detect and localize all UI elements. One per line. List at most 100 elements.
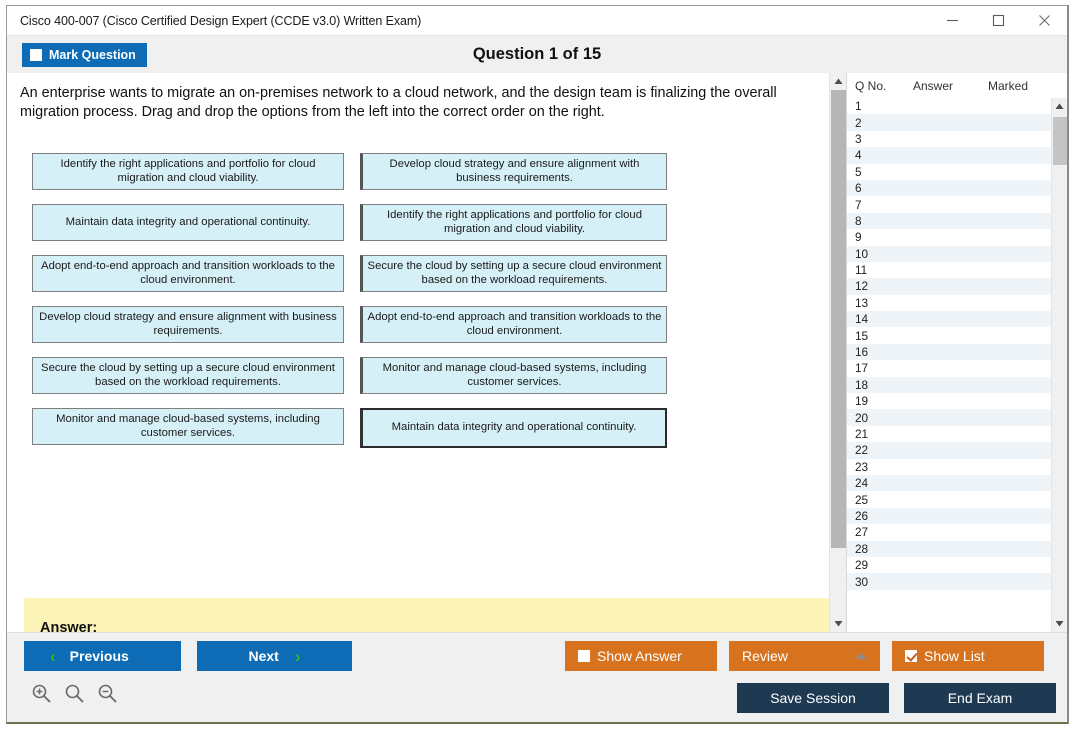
question-counter: Question 1 of 15 (472, 45, 602, 63)
zoom-in-icon[interactable] (31, 683, 52, 704)
source-option-5[interactable]: Secure the cloud by setting up a secure … (32, 357, 344, 394)
question-number: 2 (855, 115, 862, 130)
mark-question-button[interactable]: Mark Question (22, 42, 147, 67)
question-list-row[interactable]: 8 (847, 212, 1051, 230)
question-number: 18 (855, 377, 869, 392)
source-option-4[interactable]: Develop cloud strategy and ensure alignm… (32, 306, 344, 343)
show-answer-button[interactable]: Show Answer (565, 641, 717, 671)
question-list-row[interactable]: 29 (847, 556, 1051, 574)
question-list-row[interactable]: 18 (847, 376, 1051, 394)
chevron-up-icon[interactable] (855, 653, 867, 659)
question-list-row[interactable]: 13 (847, 294, 1051, 312)
question-list-row[interactable]: 2 (847, 114, 1051, 131)
question-list-row[interactable]: 30 (847, 573, 1051, 590)
answer-label: Answer: (40, 620, 98, 632)
zoom-reset-icon[interactable] (64, 683, 85, 704)
target-option-6[interactable]: Maintain data integrity and operational … (360, 408, 667, 448)
question-list-row[interactable]: 28 (847, 540, 1051, 557)
question-list-row[interactable]: 4 (847, 147, 1051, 164)
question-list-row[interactable]: 6 (847, 179, 1051, 197)
question-number: 16 (855, 345, 869, 360)
question-number: 5 (855, 164, 862, 179)
question-number: 21 (855, 427, 869, 441)
scroll-down-icon[interactable] (830, 615, 847, 632)
show-answer-label: Show Answer (597, 648, 682, 664)
question-list-row[interactable]: 21 (847, 425, 1051, 443)
save-session-button[interactable]: Save Session (737, 683, 889, 713)
target-option-4[interactable]: Adopt end-to-end approach and transition… (360, 306, 667, 343)
question-list-row[interactable]: 15 (847, 327, 1051, 344)
question-list-scrollbar[interactable] (1051, 98, 1067, 632)
question-list-row[interactable]: 17 (847, 360, 1051, 377)
question-list-row[interactable]: 14 (847, 311, 1051, 328)
question-list-row[interactable]: 11 (847, 261, 1051, 279)
question-number: 19 (855, 394, 869, 409)
question-number: 13 (855, 295, 869, 310)
question-number: 24 (855, 476, 869, 491)
question-list-row[interactable]: 27 (847, 524, 1051, 541)
question-list-row[interactable]: 1 (847, 98, 1051, 115)
target-option-2[interactable]: Identify the right applications and port… (360, 204, 667, 241)
question-list-row[interactable]: 5 (847, 163, 1051, 180)
source-option-3[interactable]: Adopt end-to-end approach and transition… (32, 255, 344, 292)
source-option-2[interactable]: Maintain data integrity and operational … (32, 204, 344, 241)
zoom-toolbar (31, 683, 118, 704)
question-number: 22 (855, 443, 869, 458)
question-list-row[interactable]: 25 (847, 491, 1051, 508)
previous-button[interactable]: ‹ Previous (24, 641, 181, 671)
show-list-checkbox-icon[interactable] (905, 650, 917, 662)
question-list-row[interactable]: 12 (847, 278, 1051, 295)
question-number: 15 (855, 328, 869, 343)
question-list-row[interactable]: 10 (847, 245, 1051, 262)
mark-question-checkbox-icon[interactable] (30, 48, 42, 61)
question-number: 12 (855, 279, 869, 294)
target-option-5[interactable]: Monitor and manage cloud-based systems, … (360, 357, 667, 394)
content-scrollbar-track[interactable] (830, 90, 847, 615)
question-list-row[interactable]: 23 (847, 458, 1051, 475)
target-option-1[interactable]: Develop cloud strategy and ensure alignm… (360, 153, 667, 190)
chevron-right-icon: › (294, 646, 301, 666)
body-area: An enterprise wants to migrate an on-pre… (7, 73, 1067, 632)
title-bar: Cisco 400-007 (Cisco Certified Design Ex… (7, 6, 1067, 36)
close-icon[interactable] (1021, 6, 1067, 36)
question-number: 9 (855, 230, 862, 245)
question-number: 1 (855, 99, 862, 114)
scroll-up-icon[interactable] (830, 73, 847, 90)
question-list-row[interactable]: 22 (847, 442, 1051, 459)
qlist-scroll-down-icon[interactable] (1051, 615, 1067, 632)
question-number: 29 (855, 558, 869, 573)
maximize-icon[interactable] (975, 6, 1021, 36)
next-label: Next (248, 648, 279, 664)
review-dropdown-button[interactable]: Review (729, 641, 880, 671)
content-scrollbar-thumb[interactable] (830, 90, 846, 548)
end-exam-button[interactable]: End Exam (904, 683, 1056, 713)
question-number: 6 (855, 181, 862, 196)
question-number: 28 (855, 541, 869, 556)
qlist-scrollbar-thumb[interactable] (1052, 117, 1067, 165)
source-option-1[interactable]: Identify the right applications and port… (32, 153, 344, 190)
question-list-row[interactable]: 9 (847, 229, 1051, 246)
source-option-6[interactable]: Monitor and manage cloud-based systems, … (32, 408, 344, 445)
next-button[interactable]: Next › (197, 641, 352, 671)
question-list-row[interactable]: 16 (847, 343, 1051, 361)
question-content-pane: An enterprise wants to migrate an on-pre… (7, 73, 829, 632)
question-list-header: Q No. Answer Marked (847, 73, 1067, 98)
target-option-3[interactable]: Secure the cloud by setting up a secure … (360, 255, 667, 292)
zoom-out-icon[interactable] (97, 683, 118, 704)
show-answer-checkbox-icon[interactable] (578, 650, 590, 662)
drag-and-drop-area: Identify the right applications and port… (7, 153, 829, 483)
qlist-scroll-up-icon[interactable] (1051, 98, 1067, 115)
question-number: 30 (855, 574, 869, 589)
question-list-row[interactable]: 26 (847, 507, 1051, 525)
question-list-row[interactable]: 20 (847, 409, 1051, 426)
minimize-icon[interactable] (929, 6, 975, 36)
qlist-scrollbar-track[interactable] (1052, 115, 1068, 615)
question-list-row[interactable]: 3 (847, 130, 1051, 148)
question-number: 26 (855, 508, 869, 523)
content-scrollbar[interactable] (829, 73, 846, 632)
question-list-row[interactable]: 7 (847, 196, 1051, 213)
question-list-row[interactable]: 19 (847, 393, 1051, 410)
show-list-button[interactable]: Show List (892, 641, 1044, 671)
window-controls (929, 6, 1067, 36)
question-list-row[interactable]: 24 (847, 474, 1051, 492)
